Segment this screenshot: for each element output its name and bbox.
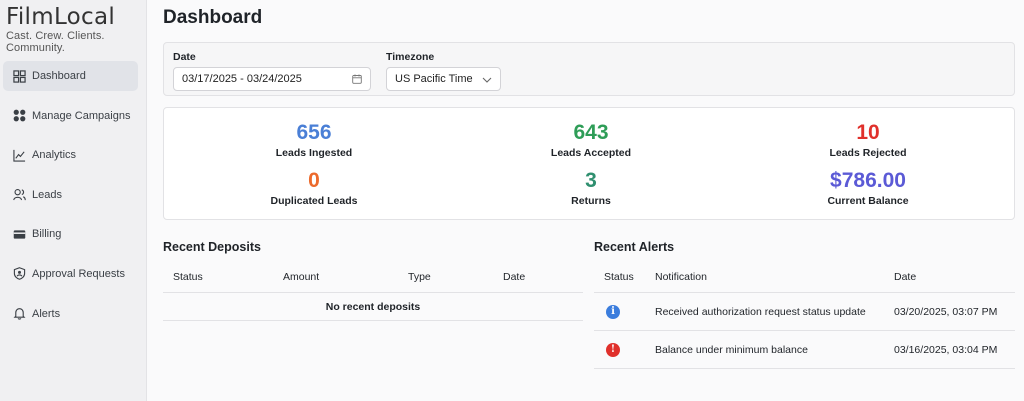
sidebar-item-label: Approval Requests (32, 267, 125, 280)
stat-value: 656 (296, 121, 332, 144)
sidebar-item-alerts[interactable]: Alerts (3, 299, 138, 329)
alert-date: 03/16/2025, 03:04 PM (894, 344, 998, 356)
stat-value: $786.00 (830, 169, 906, 192)
stat-value: 643 (573, 121, 609, 144)
stats-panel: 656 Leads Ingested 643 Leads Accepted 10… (163, 107, 1015, 220)
sidebar-item-dashboard[interactable]: Dashboard (3, 61, 138, 91)
sidebar-item-label: Dashboard (32, 70, 86, 82)
info-icon: i (606, 305, 620, 319)
table-row[interactable]: ! Balance under minimum balance 03/16/20… (594, 331, 1015, 369)
page-title: Dashboard (163, 7, 263, 28)
chart-line-icon (13, 149, 26, 162)
column-header-notification: Notification (655, 271, 707, 283)
recent-deposits-title: Recent Deposits (163, 240, 261, 254)
stat-label: Leads Ingested (275, 147, 353, 159)
stat-leads-accepted: 643 Leads Accepted (491, 121, 691, 159)
sidebar: FilmLocal Cast. Crew. Clients. Community… (0, 0, 147, 401)
timezone-select[interactable]: US Pacific Time (386, 67, 501, 91)
dots-icon (13, 109, 26, 122)
alerts-table: Status Notification Date i Received auth… (594, 263, 1015, 369)
alert-notification: Received authorization request status up… (655, 306, 866, 318)
brand-name: FilmLocal (6, 4, 116, 30)
stat-label: Current Balance (827, 195, 909, 207)
bell-icon (13, 307, 26, 320)
deposits-table: Status Amount Type Date No recent deposi… (163, 263, 583, 321)
stat-value: 0 (308, 169, 320, 192)
column-header-amount: Amount (283, 271, 320, 283)
sidebar-item-label: Billing (32, 228, 62, 241)
table-header: Status Amount Type Date (163, 263, 583, 293)
date-label: Date (173, 51, 196, 63)
alert-date: 03/20/2025, 03:07 PM (894, 306, 998, 318)
alert-notification: Balance under minimum balance (655, 344, 808, 356)
stat-label: Leads Rejected (829, 147, 907, 159)
date-range-value: 03/17/2025 - 03/24/2025 (182, 73, 302, 85)
shield-user-icon (13, 267, 26, 281)
sidebar-item-label: Analytics (32, 149, 77, 162)
sidebar-item-label: Manage Campaigns (32, 109, 131, 122)
column-header-status: Status (604, 271, 634, 283)
timezone-value: US Pacific Time (395, 73, 473, 85)
brand-tagline: Cast. Crew. Clients. Community. (6, 30, 105, 54)
filters-panel: Date 03/17/2025 - 03/24/2025 Timezone US… (163, 42, 1015, 96)
users-icon (13, 188, 26, 201)
stat-value: 10 (856, 121, 880, 144)
timezone-label: Timezone (386, 51, 435, 63)
calendar-icon[interactable] (352, 74, 362, 84)
table-row[interactable]: i Received authorization request status … (594, 293, 1015, 331)
sidebar-item-label: Alerts (32, 307, 61, 320)
sidebar-item-analytics[interactable]: Analytics (3, 140, 138, 170)
chevron-down-icon (482, 77, 492, 83)
brand-logo[interactable]: FilmLocal Cast. Crew. Clients. Community… (6, 4, 146, 54)
stat-value: 3 (585, 169, 597, 192)
stat-current-balance: $786.00 Current Balance (768, 169, 968, 207)
column-header-date: Date (894, 271, 917, 283)
stat-leads-rejected: 10 Leads Rejected (768, 121, 968, 159)
empty-state: No recent deposits (163, 293, 583, 321)
column-header-date: Date (503, 271, 526, 283)
sidebar-item-leads[interactable]: Leads (3, 180, 138, 210)
column-header-status: Status (173, 271, 203, 283)
card-icon (13, 228, 26, 241)
main-content: Dashboard Date 03/17/2025 - 03/24/2025 T… (147, 0, 1024, 401)
stat-duplicated-leads: 0 Duplicated Leads (214, 169, 414, 207)
stat-returns: 3 Returns (491, 169, 691, 207)
sidebar-item-manage-campaigns[interactable]: Manage Campaigns (3, 101, 138, 131)
sidebar-item-approval-requests[interactable]: Approval Requests (3, 259, 138, 289)
stat-label: Duplicated Leads (270, 195, 358, 207)
stat-label: Leads Accepted (550, 147, 632, 159)
sidebar-item-label: Leads (32, 188, 62, 201)
stat-label: Returns (571, 195, 611, 207)
grid-icon (13, 69, 26, 83)
table-header: Status Notification Date (594, 263, 1015, 293)
column-header-type: Type (408, 271, 431, 283)
sidebar-nav: Dashboard Manage Campaigns Analytics Lea… (3, 61, 138, 338)
recent-alerts-title: Recent Alerts (594, 240, 675, 254)
stat-leads-ingested: 656 Leads Ingested (214, 121, 414, 159)
sidebar-item-billing[interactable]: Billing (3, 219, 138, 249)
error-icon: ! (606, 343, 620, 357)
date-range-input[interactable]: 03/17/2025 - 03/24/2025 (173, 67, 371, 91)
